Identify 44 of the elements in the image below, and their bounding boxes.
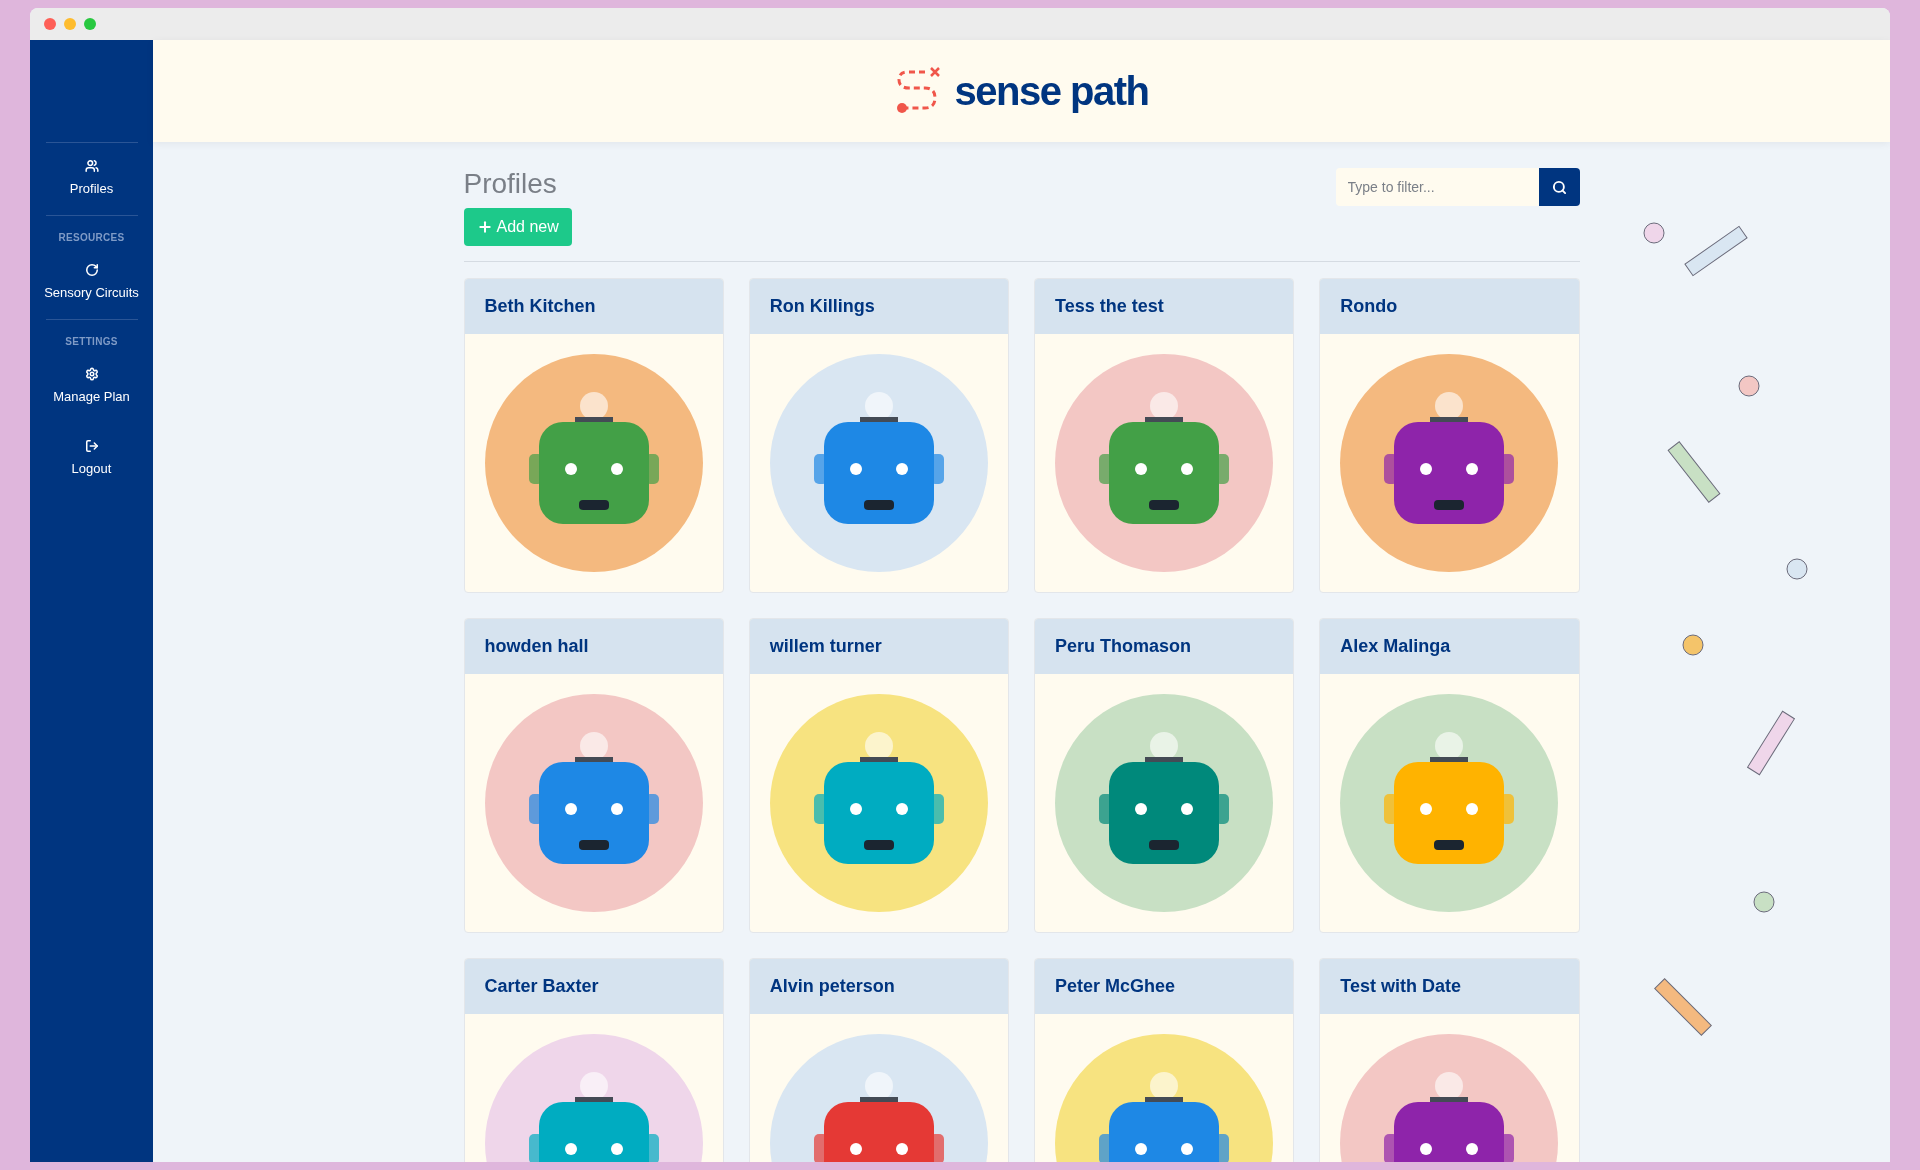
- sidebar-section-label: RESOURCES: [58, 231, 125, 245]
- profile-card[interactable]: howden hall: [463, 618, 724, 933]
- logo-text: sense path: [954, 68, 1149, 114]
- search-button[interactable]: [1538, 168, 1580, 206]
- profile-card[interactable]: Alex Malinga: [1319, 618, 1580, 933]
- profile-name: Ron Killings: [769, 296, 875, 317]
- path-logo-icon: [894, 66, 943, 116]
- profile-card[interactable]: Peter McGhee: [1034, 958, 1295, 1162]
- sidebar-link[interactable]: Manage Plan: [34, 351, 149, 423]
- refresh-icon: [84, 263, 99, 277]
- profile-card[interactable]: Rondo: [1319, 278, 1580, 593]
- profile-card[interactable]: Alvin peterson: [748, 958, 1009, 1162]
- profile-name: Beth Kitchen: [484, 296, 596, 317]
- profile-name: Rondo: [1340, 296, 1398, 317]
- sidebar-link[interactable]: Sensory Circuits: [34, 247, 149, 319]
- minimize-window-dot[interactable]: [64, 18, 76, 30]
- sidebar-link[interactable]: Logout: [34, 423, 149, 495]
- profile-card[interactable]: Carter Baxter: [463, 958, 724, 1162]
- search-icon: [1551, 179, 1567, 195]
- sidebar-link[interactable]: Profiles: [34, 143, 149, 215]
- profile-card[interactable]: Peru Thomason: [1034, 618, 1295, 933]
- profile-name: willem turner: [769, 636, 882, 657]
- profile-name: Test with Date: [1340, 976, 1461, 997]
- profile-card[interactable]: Ron Killings: [748, 278, 1009, 593]
- profile-card[interactable]: Tess the test: [1034, 278, 1295, 593]
- maximize-window-dot[interactable]: [84, 18, 96, 30]
- logout-icon: [84, 439, 99, 453]
- profile-name: howden hall: [484, 636, 589, 657]
- profile-name: Carter Baxter: [484, 976, 599, 997]
- settings-icon: [84, 367, 99, 381]
- close-window-dot[interactable]: [44, 18, 56, 30]
- profile-name: Tess the test: [1055, 296, 1164, 317]
- profile-name: Alvin peterson: [769, 976, 895, 997]
- filter-input[interactable]: Type to filter...: [1335, 168, 1539, 206]
- profile-name: Alex Malinga: [1340, 636, 1451, 657]
- page-title: Profiles: [463, 167, 558, 201]
- profile-card[interactable]: Beth Kitchen: [463, 278, 724, 593]
- profile-name: Peter McGhee: [1055, 976, 1176, 997]
- people-icon: [84, 159, 99, 173]
- profile-card[interactable]: willem turner: [748, 618, 1009, 933]
- profile-card[interactable]: Test with Date: [1319, 958, 1580, 1162]
- profile-name: Peru Thomason: [1055, 636, 1192, 657]
- plus-icon: [476, 219, 493, 235]
- sidebar-section-label: SETTINGS: [65, 335, 118, 349]
